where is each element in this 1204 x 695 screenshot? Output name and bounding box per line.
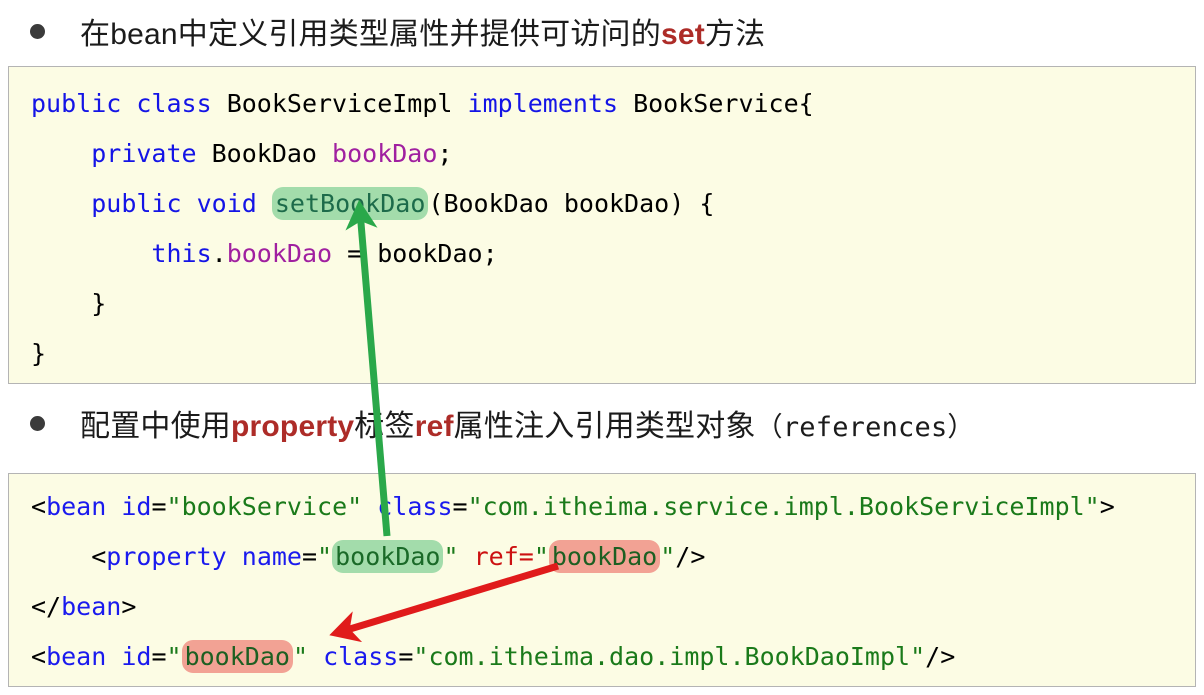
code-token: bookDao <box>332 139 438 168</box>
code-token: implements <box>467 89 619 118</box>
bullet-2-keyword-property: property <box>231 410 355 443</box>
bullet-1-text-after: 方法 <box>704 18 766 51</box>
code-token: /> <box>925 642 956 671</box>
code-highlight: bookDao <box>548 540 661 573</box>
code-token: "bookService" <box>166 492 363 521</box>
code-token: BookDao <box>196 139 333 168</box>
bullet-2-keyword-ref: ref <box>414 410 454 443</box>
code-token: bookDao <box>226 239 333 268</box>
code-token: id <box>121 492 152 521</box>
code-token: " <box>166 642 182 671</box>
bullet-2-text: 配置中使用property标签ref属性注入引用类型对象（references） <box>80 401 975 445</box>
code-line: public void setBookDao (BookDao bookDao) … <box>9 179 1195 229</box>
code-token: void <box>196 189 257 218</box>
bullet-2-segment-3: 属性注入引用类型对象 <box>453 410 756 443</box>
code-token: > <box>1099 492 1115 521</box>
code-token: class <box>136 89 212 118</box>
code-token: bean <box>46 642 107 671</box>
code-token: property <box>106 542 227 571</box>
code-token: </ <box>31 592 62 621</box>
code-token: = bookDao; <box>332 239 498 268</box>
code-token: class <box>323 642 399 671</box>
code-token: BookService{ <box>618 89 814 118</box>
code-token: bean <box>46 492 107 521</box>
code-line: private BookDao bookDao; <box>9 129 1195 179</box>
code-token: public <box>31 89 122 118</box>
code-token: class <box>377 492 453 521</box>
code-token: < <box>31 642 47 671</box>
code-token: . <box>211 239 227 268</box>
code-line: </bean> <box>9 582 1195 632</box>
code-token: this <box>151 239 212 268</box>
code-token: } <box>91 289 107 318</box>
code-token: " <box>317 542 333 571</box>
bullet-item-1: 在bean中定义引用类型属性并提供可访问的set方法 <box>0 8 1204 54</box>
code-line: this.bookDao = bookDao; <box>9 229 1195 279</box>
code-token: } <box>31 339 47 368</box>
code-highlight: bookDao <box>332 540 444 573</box>
code-token: " <box>533 542 549 571</box>
code-token: (BookDao bookDao) { <box>428 189 715 218</box>
code-token: id <box>121 642 152 671</box>
code-line: public class BookServiceImpl implements … <box>9 79 1195 129</box>
code-highlight: setBookDao <box>271 187 429 220</box>
code-token: > <box>121 592 137 621</box>
code-token: " <box>292 642 308 671</box>
code-token: " <box>443 542 459 571</box>
code-token: bean <box>61 592 122 621</box>
bullet-2-segment-2: 标签 <box>354 410 415 443</box>
java-code-block: public class BookServiceImpl implements … <box>8 66 1196 384</box>
code-token: private <box>91 139 197 168</box>
bullet-1-text-before: 在bean中定义引用类型属性并提供可访问的 <box>80 18 661 51</box>
code-token: /> <box>675 542 706 571</box>
xml-code-block: <bean id="bookService" class="com.itheim… <box>8 473 1196 687</box>
code-token: = <box>151 642 167 671</box>
code-token: = <box>452 492 468 521</box>
code-line: <bean id="bookService" class="com.itheim… <box>9 482 1195 532</box>
code-token: = <box>301 542 318 571</box>
bullet-1-keyword-set: set <box>660 18 705 51</box>
bullet-1-text: 在bean中定义引用类型属性并提供可访问的set方法 <box>80 9 765 53</box>
code-line: <bean id=" bookDao " class="com.itheima.da… <box>9 632 1195 682</box>
bullet-dot-icon <box>30 415 45 431</box>
code-token: < <box>31 492 47 521</box>
code-token: < <box>91 542 107 571</box>
code-token: ; <box>437 139 453 168</box>
bullet-2-segment-4: （references） <box>755 412 975 443</box>
code-token: ref <box>473 542 519 571</box>
slide-canvas: 在bean中定义引用类型属性并提供可访问的set方法 public class … <box>0 0 1204 695</box>
code-line: } <box>9 279 1195 329</box>
code-token: public <box>91 189 182 218</box>
code-line: <property name=" bookDao " ref=" bookDao "/> <box>9 532 1195 582</box>
code-token: name <box>241 542 302 571</box>
code-token: " <box>660 542 676 571</box>
code-token: "com.itheima.service.impl.BookServiceImp… <box>467 492 1100 521</box>
code-token: "com.itheima.dao.impl.BookDaoImpl" <box>413 642 926 671</box>
bullet-2-segment-1: 配置中使用 <box>80 410 231 443</box>
code-highlight: bookDao <box>181 640 293 673</box>
code-token: = <box>518 542 534 571</box>
code-token: = <box>151 492 167 521</box>
code-token: BookServiceImpl <box>211 89 468 118</box>
bullet-dot-icon <box>30 23 45 39</box>
code-line: } <box>9 329 1195 379</box>
bullet-item-2: 配置中使用property标签ref属性注入引用类型对象（references） <box>0 400 1204 446</box>
code-token: = <box>398 642 414 671</box>
